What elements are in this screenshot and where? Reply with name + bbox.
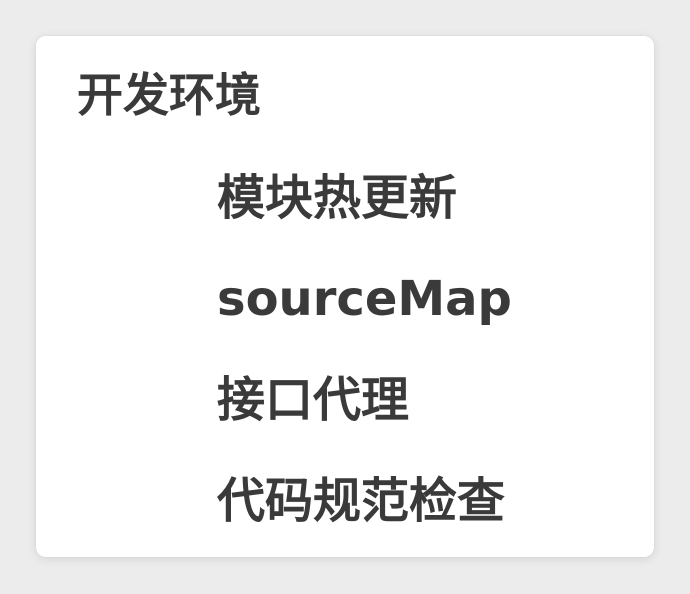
list-item: 接口代理 [217,372,410,428]
list-item: sourceMap [217,271,512,327]
section-heading: 开发环境 [77,68,261,122]
feature-list: 模块热更新 sourceMap 接口代理 代码规范检查 [217,174,512,578]
content-card: 开发环境 模块热更新 sourceMap 接口代理 代码规范检查 [36,36,654,557]
list-item: 模块热更新 [217,170,458,226]
list-item: 代码规范检查 [217,473,506,529]
